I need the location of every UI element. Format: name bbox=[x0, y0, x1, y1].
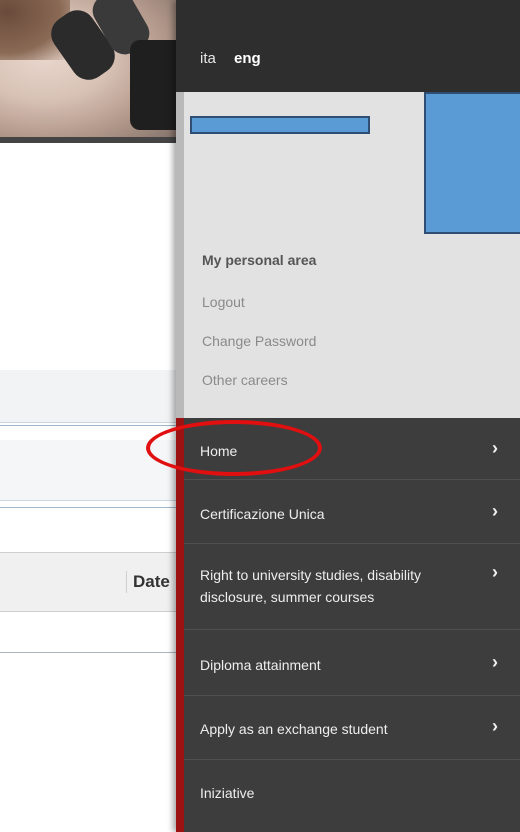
main-menu: Home › Certificazione Unica › Right to u… bbox=[176, 418, 520, 832]
menu-item-apply-exchange-student[interactable]: Apply as an exchange student › bbox=[184, 696, 520, 760]
table-header-date: Date bbox=[126, 571, 170, 593]
change-password-link[interactable]: Change Password bbox=[202, 333, 316, 349]
photo-bottom-border bbox=[0, 137, 176, 143]
background-divider bbox=[0, 425, 176, 426]
background-divider bbox=[0, 652, 176, 653]
background-table-header: Date bbox=[0, 552, 176, 612]
microscope-body bbox=[130, 40, 176, 130]
highlight-circle-annotation bbox=[146, 420, 322, 476]
menu-item-label: Diploma attainment bbox=[200, 657, 321, 673]
chevron-right-icon: › bbox=[492, 438, 498, 458]
menu-item-label: Iniziative bbox=[200, 785, 255, 801]
language-ita-link[interactable]: ita bbox=[200, 50, 216, 67]
language-eng-link[interactable]: eng bbox=[234, 50, 261, 67]
personal-area-panel: My personal area Logout Change Password … bbox=[176, 92, 520, 418]
personal-area-title: My personal area bbox=[202, 252, 317, 268]
language-switcher: ita eng bbox=[176, 0, 520, 92]
redacted-user-name bbox=[190, 116, 370, 134]
redacted-user-photo bbox=[424, 92, 520, 234]
menu-item-right-to-university-studies[interactable]: Right to university studies, disability … bbox=[184, 544, 520, 630]
menu-item-diploma-attainment[interactable]: Diploma attainment › bbox=[184, 630, 520, 696]
menu-item-certificazione-unica[interactable]: Certificazione Unica › bbox=[184, 480, 520, 544]
menu-item-label: Certificazione Unica bbox=[200, 506, 325, 522]
other-careers-link[interactable]: Other careers bbox=[202, 372, 288, 388]
side-menu: ita eng My personal area Logout Change P… bbox=[176, 0, 520, 832]
chevron-right-icon: › bbox=[492, 562, 498, 582]
header-photo-microscope bbox=[0, 0, 176, 143]
menu-item-iniziative[interactable]: Iniziative bbox=[184, 760, 520, 832]
chevron-right-icon: › bbox=[492, 501, 498, 521]
menu-item-label: Apply as an exchange student bbox=[200, 721, 388, 737]
background-divider bbox=[0, 507, 176, 508]
menu-item-label: Right to university studies, disability … bbox=[200, 567, 421, 605]
chevron-right-icon: › bbox=[492, 716, 498, 736]
chevron-right-icon: › bbox=[492, 652, 498, 672]
background-band bbox=[0, 370, 176, 423]
logout-link[interactable]: Logout bbox=[202, 294, 245, 310]
